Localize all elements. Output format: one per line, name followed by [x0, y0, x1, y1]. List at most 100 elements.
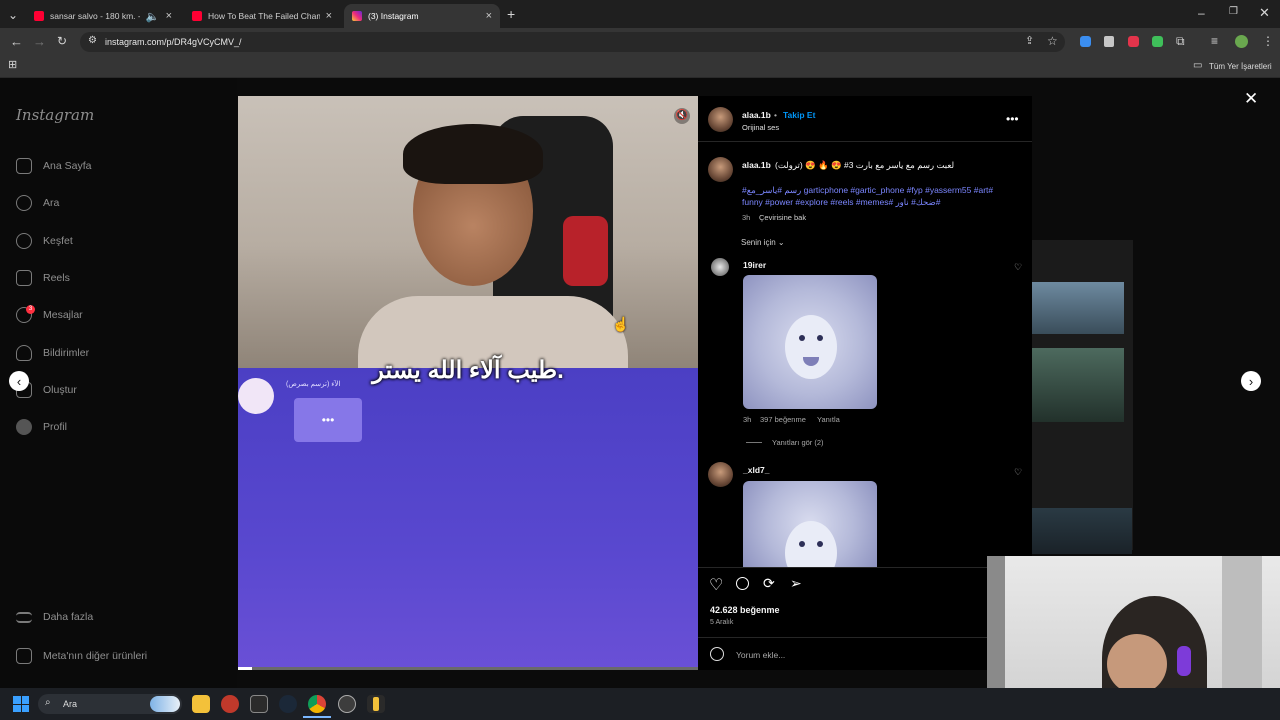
shield-extension-icon[interactable]	[1104, 36, 1114, 47]
forward-icon[interactable]: →	[33, 35, 46, 48]
reel-video[interactable]: 🔇 الآء (ترسم بصرص) ••• طيب آلاء الله يست…	[238, 96, 698, 670]
obs-icon[interactable]	[338, 695, 356, 713]
replies-line	[746, 442, 762, 443]
comment-icon[interactable]	[736, 577, 749, 590]
sidebar-more[interactable]: Daha fazla	[16, 611, 93, 623]
caption-username[interactable]: alaa.1b	[742, 160, 771, 170]
sidebar-item-label: Profil	[43, 421, 67, 433]
extension-icon[interactable]	[1080, 36, 1091, 47]
tab-instagram[interactable]: (3) Instagram ×	[344, 4, 500, 28]
back-icon[interactable]: ←	[10, 35, 23, 48]
comment-likes[interactable]: 397 beğenme	[760, 415, 806, 424]
comment-image-baby[interactable]	[743, 481, 877, 567]
tab-search-icon[interactable]: ⌄	[8, 9, 18, 21]
speaker-icon[interactable]: 🔈	[146, 10, 160, 23]
baby-face	[785, 521, 837, 567]
profile-avatar[interactable]	[1235, 35, 1248, 48]
sidebar-item-label: Reels	[43, 272, 70, 284]
site-info-icon[interactable]: ⚙	[88, 36, 97, 46]
mouse-cursor: ☝	[612, 316, 630, 332]
menu-dots-icon[interactable]: ⋮	[1262, 35, 1274, 47]
streamer-face	[1107, 634, 1167, 694]
more-options-icon[interactable]: •••	[1006, 112, 1019, 126]
epic-games-icon[interactable]	[250, 695, 268, 713]
next-post-button[interactable]: ›	[1241, 371, 1261, 391]
comment-like-heart-icon[interactable]: ♡	[1014, 262, 1022, 273]
youtube-icon	[192, 11, 202, 21]
apps-grid-icon[interactable]: ⊞	[8, 60, 17, 71]
url-text[interactable]: instagram.com/p/DR4gVCyCMV_/	[105, 37, 242, 47]
reload-icon[interactable]: ↻	[57, 35, 67, 47]
comment-image-baby[interactable]	[743, 275, 877, 409]
caption-avatar[interactable]	[708, 157, 733, 182]
sidebar-item-notifications[interactable]: Bildirimler	[16, 345, 89, 361]
minimize-icon[interactable]: –	[1198, 7, 1205, 19]
comment-username[interactable]: 19irer	[743, 260, 766, 270]
typing-indicator: •••	[294, 398, 362, 442]
taskbar-search-label: Ara	[63, 699, 78, 709]
tab-youtube-2[interactable]: How To Beat The Failed Champ ×	[184, 4, 340, 28]
like-heart-icon[interactable]: ♡	[709, 575, 723, 595]
tab-title: How To Beat The Failed Champ	[208, 11, 320, 21]
comment-like-heart-icon[interactable]: ♡	[1014, 467, 1022, 478]
sidebar-item-home[interactable]: Ana Sayfa	[16, 158, 91, 174]
sidebar-item-search[interactable]: Ara	[16, 195, 59, 211]
caption-hashtags-1[interactable]: #رسم #ياسر_مع garticphone #gartic_phone …	[742, 185, 993, 196]
install-app-icon[interactable]: ⇪	[1025, 36, 1034, 47]
commenter-avatar[interactable]	[708, 462, 733, 487]
sidebar-item-explore[interactable]: Keşfet	[16, 233, 73, 249]
translate-link[interactable]: Çevirisine bak	[759, 213, 806, 222]
share-send-icon[interactable]: ➢	[790, 575, 802, 592]
close-tab-icon[interactable]: ×	[326, 10, 332, 22]
restore-icon[interactable]: ❐	[1229, 7, 1238, 17]
active-app-indicator	[303, 716, 331, 718]
repost-icon[interactable]: ⟳	[763, 575, 775, 592]
view-replies-button[interactable]: Yanıtları gör (2)	[772, 438, 824, 447]
reply-button[interactable]: Yanıtla	[817, 415, 840, 424]
plus-icon[interactable]: +	[507, 7, 515, 21]
sidebar-item-reels[interactable]: Reels	[16, 270, 70, 286]
baby-eye	[817, 335, 823, 341]
background-thumbnail	[1032, 508, 1132, 554]
app-icon-red[interactable]	[221, 695, 239, 713]
app-icon-yellow[interactable]	[367, 695, 385, 713]
commenter-avatar[interactable]	[711, 258, 729, 276]
likes-count[interactable]: 42.628 beğenme	[710, 605, 780, 615]
all-bookmarks-label[interactable]: Tüm Yer İşaretleri	[1209, 62, 1272, 71]
comment-username[interactable]: _xld7_	[743, 465, 769, 475]
record-extension-icon[interactable]	[1128, 36, 1139, 47]
media-control-icon[interactable]: ≡	[1211, 35, 1218, 47]
sidebar-meta[interactable]: Meta'nın diğer ürünleri	[16, 648, 147, 664]
caption-hashtags-2[interactable]: funny #power #explore #reels #memes# ضحك…	[742, 197, 940, 208]
close-tab-icon[interactable]: ×	[166, 10, 172, 22]
video-progress-fill	[238, 667, 252, 670]
bookmarks-bar	[0, 56, 1280, 78]
reels-icon	[16, 270, 32, 286]
windows-start-icon[interactable]	[13, 696, 29, 712]
close-window-icon[interactable]: ✕	[1259, 6, 1270, 19]
bookmark-star-icon[interactable]: ☆	[1047, 35, 1058, 47]
mute-icon[interactable]: 🔇	[674, 108, 690, 124]
close-tab-icon[interactable]: ×	[486, 10, 492, 22]
search-icon	[16, 195, 32, 211]
chrome-icon[interactable]	[308, 695, 326, 713]
video-progress-track[interactable]	[238, 667, 698, 670]
vpn-extension-icon[interactable]	[1152, 36, 1163, 47]
sort-dropdown[interactable]: Senin için ⌄	[741, 238, 785, 247]
file-explorer-icon[interactable]	[192, 695, 210, 713]
steam-icon[interactable]	[279, 695, 297, 713]
author-avatar[interactable]	[708, 107, 733, 132]
emoji-icon[interactable]	[710, 647, 724, 661]
tab-youtube-1[interactable]: sansar salvo - 180 km. - You 🔈 ×	[26, 4, 180, 28]
previous-post-button[interactable]: ‹	[9, 371, 29, 391]
follow-button[interactable]: Takip Et	[783, 110, 815, 120]
instagram-logo[interactable]: Instagram	[16, 106, 94, 124]
puzzle-icon[interactable]: ⧉	[1176, 35, 1185, 47]
sidebar-item-label: Oluştur	[43, 384, 77, 396]
audio-label[interactable]: Orijinal ses	[742, 123, 779, 132]
close-modal-icon[interactable]: ✕	[1244, 89, 1258, 109]
sidebar-item-profile[interactable]: Profil	[16, 419, 67, 435]
author-username[interactable]: alaa.1b	[742, 110, 771, 120]
baby-eye	[799, 541, 805, 547]
add-comment-input[interactable]: Yorum ekle...	[736, 650, 785, 660]
